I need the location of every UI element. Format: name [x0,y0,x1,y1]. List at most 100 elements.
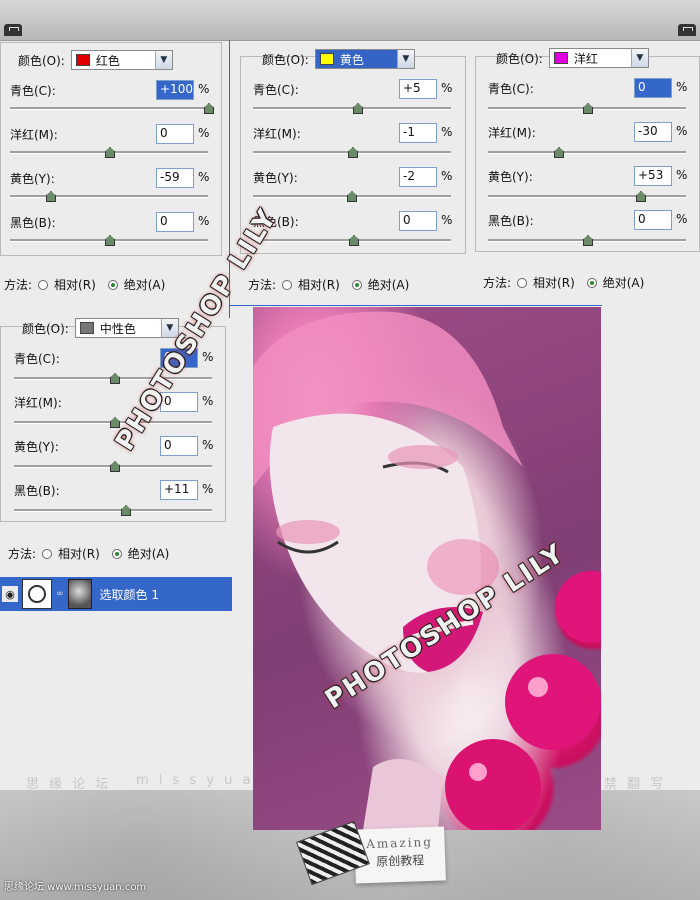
percent-sign: % [676,124,688,138]
black-label: 黑色(B): [488,214,534,228]
yellow-label: 黄色(Y): [14,440,59,454]
magenta-input[interactable]: -30 [634,122,672,142]
guide-line-horizontal [229,305,602,306]
percent-sign: % [198,214,210,228]
absolute-radio[interactable] [351,279,362,290]
black-input[interactable]: 0 [156,212,194,232]
relative-radio[interactable] [42,548,53,559]
yellow-input[interactable]: -59 [156,168,194,188]
color-swatch [79,322,94,334]
yellow-slider[interactable] [488,195,686,198]
absolute-radio[interactable] [107,279,118,290]
relative-radio-label: 相对(R) [54,278,96,292]
percent-sign: % [441,125,453,139]
dialog-corner-icon [678,24,696,36]
watermark-forum-text: 思 缘 论 坛 [26,777,112,792]
black-slider[interactable] [14,509,212,512]
dialog-corner-icon [4,24,22,36]
adjustment-icon [28,585,46,603]
percent-sign: % [202,394,214,408]
yellow-input[interactable]: -2 [399,167,437,187]
cyan-input[interactable]: 0 [634,78,672,98]
color-dropdown[interactable]: 洋红 ▼ [548,48,649,68]
magenta-input[interactable]: -1 [399,123,437,143]
footer-text: 思缘论坛 www.missyuan.com [4,882,147,893]
color-swatch [75,54,90,66]
black-input[interactable]: 0 [399,211,437,231]
cyan-label: 青色(C): [10,84,56,98]
color-swatch [319,53,334,65]
percent-sign: % [441,169,453,183]
absolute-radio[interactable] [111,548,122,559]
magenta-slider[interactable] [488,151,686,154]
cyan-slider[interactable] [253,107,451,110]
percent-sign: % [202,350,214,364]
chevron-down-icon: ▼ [154,51,172,69]
absolute-radio-label: 绝对(A) [367,278,410,292]
layer-row-selective-color[interactable]: ◉ ∞ 选取颜色 1 [0,577,232,611]
color-dropdown[interactable]: 中性色 ▼ [74,318,179,338]
method-label: 方法: [248,278,277,292]
color-dropdown[interactable]: 黄色 ▼ [314,49,415,69]
yellow-input[interactable]: 0 [160,436,198,456]
black-input[interactable]: 0 [634,210,672,230]
percent-sign: % [676,212,688,226]
method-label: 方法: [4,278,33,292]
yellow-label: 黄色(Y): [488,170,533,184]
absolute-radio[interactable] [586,277,597,288]
absolute-radio-label: 绝对(A) [123,278,166,292]
color-dropdown-value: 中性色 [99,321,136,336]
cyan-input[interactable]: +5 [399,79,437,99]
color-dropdown-value: 洋红 [573,51,598,66]
relative-radio-label: 相对(R) [298,278,340,292]
layer-name: 选取颜色 1 [99,587,159,602]
color-label: 颜色(O): [22,321,69,336]
percent-sign: % [198,82,210,96]
black-label: 黑色(B): [10,216,56,230]
magenta-label: 洋红(M): [10,128,58,142]
cyan-label: 青色(C): [14,352,60,366]
color-swatch [553,52,568,64]
chain-icon: ∞ [56,589,64,599]
relative-radio[interactable] [517,277,528,288]
color-dropdown[interactable]: 红色 ▼ [70,50,173,70]
absolute-radio-label: 绝对(A) [127,547,170,561]
adjustment-layer-thumbnail[interactable] [22,579,52,609]
magenta-label: 洋红(M): [14,396,62,410]
method-label: 方法: [8,547,37,561]
percent-sign: % [441,213,453,227]
relative-radio-label: 相对(R) [58,547,100,561]
relative-radio[interactable] [38,279,49,290]
chevron-down-icon: ▼ [396,50,414,68]
magenta-input[interactable]: 0 [156,124,194,144]
percent-sign: % [676,168,688,182]
relative-radio[interactable] [282,279,293,290]
magenta-label: 洋红(M): [488,126,536,140]
black-input[interactable]: +11 [160,480,198,500]
percent-sign: % [202,438,214,452]
percent-sign: % [198,126,210,140]
badge-title: Amazing [365,834,434,852]
chevron-down-icon: ▼ [630,49,648,67]
color-dropdown-value: 红色 [95,53,120,68]
yellow-slider[interactable] [10,195,208,198]
magenta-label: 洋红(M): [253,127,301,141]
absolute-radio-label: 绝对(A) [602,276,645,290]
yellow-input[interactable]: +53 [634,166,672,186]
eye-icon[interactable]: ◉ [2,586,18,602]
color-dropdown-value: 黄色 [339,52,364,67]
cyan-slider[interactable] [10,107,208,110]
color-label: 颜色(O): [496,51,543,66]
black-label: 黑色(B): [14,484,60,498]
cyan-input[interactable]: +100 [156,80,194,100]
top-bar [0,0,700,41]
percent-sign: % [198,170,210,184]
percent-sign: % [676,80,688,94]
watermark-right-text: 禁 翻 写 [604,777,667,792]
cyan-label: 青色(C): [253,83,299,97]
yellow-label: 黄色(Y): [10,172,55,186]
amazing-badge: Amazing 原创教程 [354,826,446,884]
cyan-label: 青色(C): [488,82,534,96]
color-label: 颜色(O): [18,53,65,68]
layer-mask-thumbnail[interactable] [67,579,92,609]
